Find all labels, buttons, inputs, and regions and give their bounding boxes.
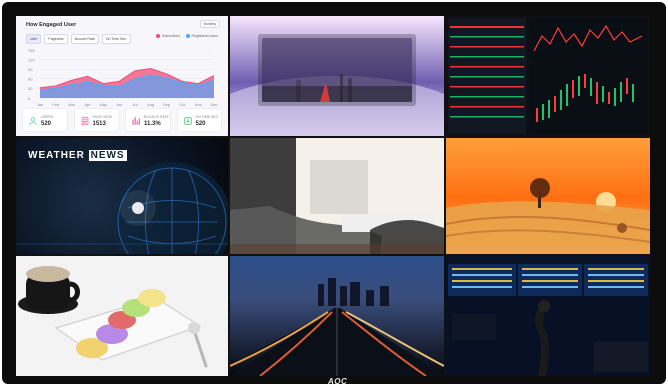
night-road-illustration [230, 256, 444, 376]
monitor-bezel: How Engaged User Monthly User Pageview B… [2, 2, 666, 386]
x-tick-label: Jul [132, 102, 137, 107]
download-icon [183, 117, 192, 125]
bar-chart-icon [132, 117, 140, 125]
y-tick-label: 90 [28, 67, 33, 72]
desk-tile [230, 138, 444, 254]
dashboard-area-chart: 0 30 60 90 120 150 Jan Feb Mar Apr May Jun Jul Aug Se… [28, 48, 218, 107]
user-icon [29, 117, 37, 126]
kpi-users-value: 520 [41, 121, 52, 127]
tab-pageview[interactable]: Pageview [44, 34, 68, 44]
kpi-time: ON TIME SEC 520 [176, 108, 222, 132]
coffee-tile [16, 256, 228, 376]
area-series [39, 68, 215, 98]
weather-title-left: WEATHER [28, 150, 85, 161]
kpi-users: USERS 520 [22, 108, 68, 132]
trading-tile [446, 16, 650, 136]
y-tick-label: 150 [28, 48, 35, 53]
kpi-bounce: BOUNCE RATE 11.3% [125, 108, 171, 132]
city-window-tile [230, 16, 444, 136]
kpi-pageview-label: PAGE VIEW [92, 115, 112, 119]
weather-news-title: WEATHER NEWS [28, 150, 127, 161]
page-icon [81, 116, 88, 126]
legend-subscribed: Subscribed [156, 34, 180, 38]
dashboard-legend: Subscribed Registered users [156, 34, 218, 38]
weather-news-tile: WEATHER NEWS [16, 138, 228, 254]
dashboard-tabs: User Pageview Bounce Rate On Time Sec. [26, 34, 132, 44]
x-tick-label: Jan [37, 102, 43, 107]
brand-logo: AOC [328, 377, 348, 386]
x-tick-label: Feb [52, 102, 60, 107]
y-tick-label: 0 [28, 96, 31, 101]
kpi-users-label: USERS [41, 115, 54, 119]
coffee-illustration [16, 256, 228, 376]
x-tick-label: Oct [179, 102, 186, 107]
x-tick-label: Jun [116, 102, 122, 107]
sunset-tile [446, 138, 650, 254]
kpi-bounce-value: 11.3% [144, 121, 161, 127]
x-tick-label: Mar [68, 102, 76, 107]
dashboard-title: How Engaged User [26, 22, 77, 28]
x-tick-label: Apr [84, 102, 91, 107]
legend-registered: Registered users [185, 34, 218, 38]
weather-title-right: NEWS [88, 150, 127, 161]
x-tick-label: Aug [147, 102, 154, 107]
x-tick-label: Sep [163, 102, 171, 107]
desk-illustration [230, 138, 444, 254]
monthly-dropdown[interactable]: Monthly [199, 20, 220, 28]
y-ticks: 0 30 60 90 120 150 [28, 48, 35, 101]
tab-bounce-rate[interactable]: Bounce Rate [70, 34, 99, 44]
y-tick-label: 60 [28, 77, 33, 82]
night-road-tile [230, 256, 444, 376]
screen: How Engaged User Monthly User Pageview B… [16, 16, 650, 376]
kpi-time-label: ON TIME SEC [195, 115, 219, 119]
x-tick-label: Nov [195, 102, 202, 107]
city-window-illustration [230, 16, 444, 136]
tab-on-time-sec[interactable]: On Time Sec. [101, 34, 132, 44]
x-ticks: Jan Feb Mar Apr May Jun Jul Aug Sep Oct Nov Dec [37, 102, 218, 107]
airport-tile [446, 256, 650, 376]
kpi-pageview-value: 1513 [92, 121, 106, 127]
kpi-bounce-label: BOUNCE RATE [144, 115, 170, 119]
legend-swatch-registered [185, 34, 190, 38]
legend-swatch-subscribed [156, 34, 161, 38]
sunset-illustration [446, 138, 650, 254]
legend-label-registered: Registered users [191, 34, 218, 38]
kpi-time-value: 520 [195, 121, 206, 127]
legend-label-subscribed: Subscribed [162, 34, 180, 38]
trading-illustration [446, 16, 650, 136]
y-tick-label: 30 [28, 86, 33, 91]
y-tick-label: 120 [28, 57, 35, 62]
kpi-pageview: PAGE VIEW 1513 [73, 108, 119, 132]
tab-user[interactable]: User [26, 34, 42, 44]
airport-illustration [446, 256, 650, 376]
x-tick-label: May [99, 102, 107, 107]
kpi-row: USERS 520 PAGE VIEW 1513 BOUNCE RATE 11.… [22, 108, 222, 132]
x-tick-label: Dec [210, 102, 217, 107]
dashboard-tile: How Engaged User Monthly User Pageview B… [16, 16, 228, 136]
